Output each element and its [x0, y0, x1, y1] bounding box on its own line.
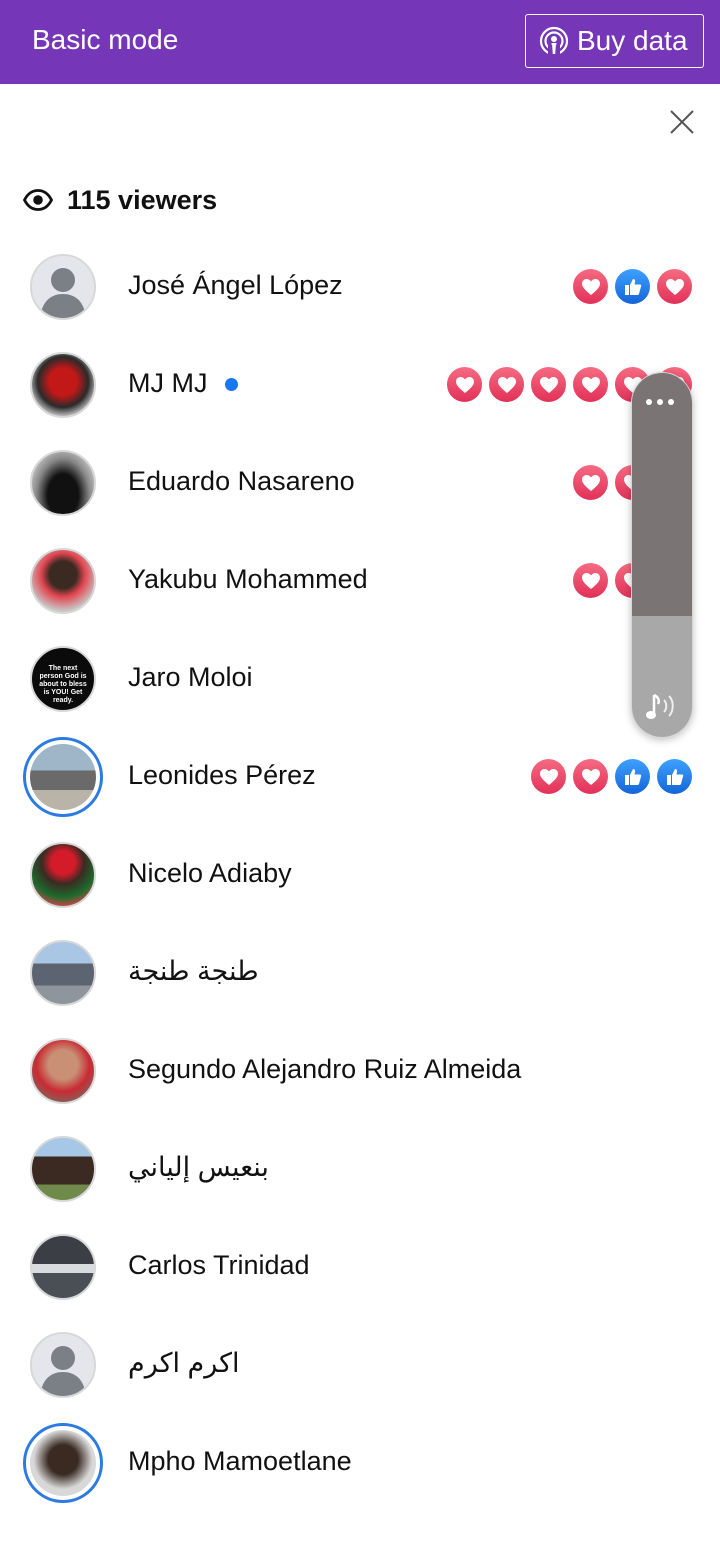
avatar [30, 548, 96, 614]
viewer-name: Nicelo Adiaby [128, 858, 292, 888]
viewer-name: طنجة طنجة [128, 956, 259, 986]
viewer-name: اكرم اكرم [128, 1348, 240, 1378]
viewer-name: بنعيس إلياني [128, 1152, 269, 1182]
avatar [30, 842, 96, 908]
viewer-name: José Ángel López [128, 270, 343, 300]
default-avatar-icon [32, 1334, 94, 1396]
avatar [30, 1136, 96, 1202]
music-note-icon[interactable] [644, 691, 680, 725]
avatar [30, 450, 96, 516]
top-bar: Basic mode Buy data [0, 0, 720, 84]
like-reaction-icon [615, 759, 650, 794]
viewer-name-text: MJ MJ [128, 368, 208, 398]
love-reaction-icon [573, 367, 608, 402]
avatar-quote-text: The next person God is about to bless is… [39, 665, 87, 704]
viewer-row[interactable]: Nicelo Adiaby [0, 842, 720, 973]
music-widget-top [632, 373, 692, 616]
viewer-name: Mpho Mamoetlane [128, 1446, 352, 1476]
broadcast-icon [539, 26, 569, 56]
avatar [30, 940, 96, 1006]
viewer-name: Yakubu Mohammed [128, 564, 368, 594]
viewer-name: Eduardo Nasareno [128, 466, 355, 496]
eye-icon [23, 189, 53, 211]
love-reaction-icon [489, 367, 524, 402]
reactions [573, 269, 692, 304]
avatar [30, 1038, 96, 1104]
viewer-row[interactable]: اكرم اكرم [0, 1332, 720, 1463]
viewer-row[interactable]: Leonides Pérez [0, 737, 720, 875]
avatar-with-story-ring [23, 1423, 103, 1503]
avatar [30, 1332, 96, 1398]
viewer-row[interactable]: Segundo Alejandro Ruiz Almeida [0, 1038, 720, 1169]
default-avatar-icon [32, 256, 94, 318]
love-reaction-icon [531, 759, 566, 794]
viewer-name: MJ MJ [128, 368, 239, 399]
buy-data-label: Buy data [577, 25, 688, 56]
viewer-name: Jaro Moloi [128, 662, 253, 692]
viewer-row[interactable]: Carlos Trinidad [0, 1234, 720, 1365]
floating-music-widget[interactable] [631, 372, 693, 738]
avatar [30, 1234, 96, 1300]
buy-data-button[interactable]: Buy data [525, 14, 704, 68]
viewer-row[interactable]: Yakubu Mohammed [0, 548, 720, 679]
viewer-name: Leonides Pérez [128, 760, 316, 790]
love-reaction-icon [573, 465, 608, 500]
viewer-name: Carlos Trinidad [128, 1250, 310, 1280]
viewer-row[interactable]: بنعيس إلياني [0, 1136, 720, 1267]
close-icon[interactable] [666, 106, 698, 138]
viewer-row[interactable]: Mpho Mamoetlane [0, 1423, 720, 1561]
viewers-count: 115 viewers [23, 182, 217, 218]
avatar [30, 352, 96, 418]
viewer-name: Segundo Alejandro Ruiz Almeida [128, 1054, 522, 1084]
like-reaction-icon [615, 269, 650, 304]
basic-mode-title: Basic mode [32, 24, 179, 55]
viewers-count-label: 115 viewers [67, 184, 218, 215]
avatar-with-story-ring [23, 737, 103, 817]
love-reaction-icon [657, 269, 692, 304]
avatar: The next person God is about to bless is… [30, 646, 96, 712]
love-reaction-icon [573, 269, 608, 304]
like-reaction-icon [657, 759, 692, 794]
love-reaction-icon [573, 563, 608, 598]
online-indicator [225, 378, 239, 392]
love-reaction-icon [447, 367, 482, 402]
love-reaction-icon [573, 759, 608, 794]
reactions [531, 759, 692, 794]
avatar [30, 254, 96, 320]
more-options-icon[interactable] [646, 399, 674, 405]
love-reaction-icon [531, 367, 566, 402]
